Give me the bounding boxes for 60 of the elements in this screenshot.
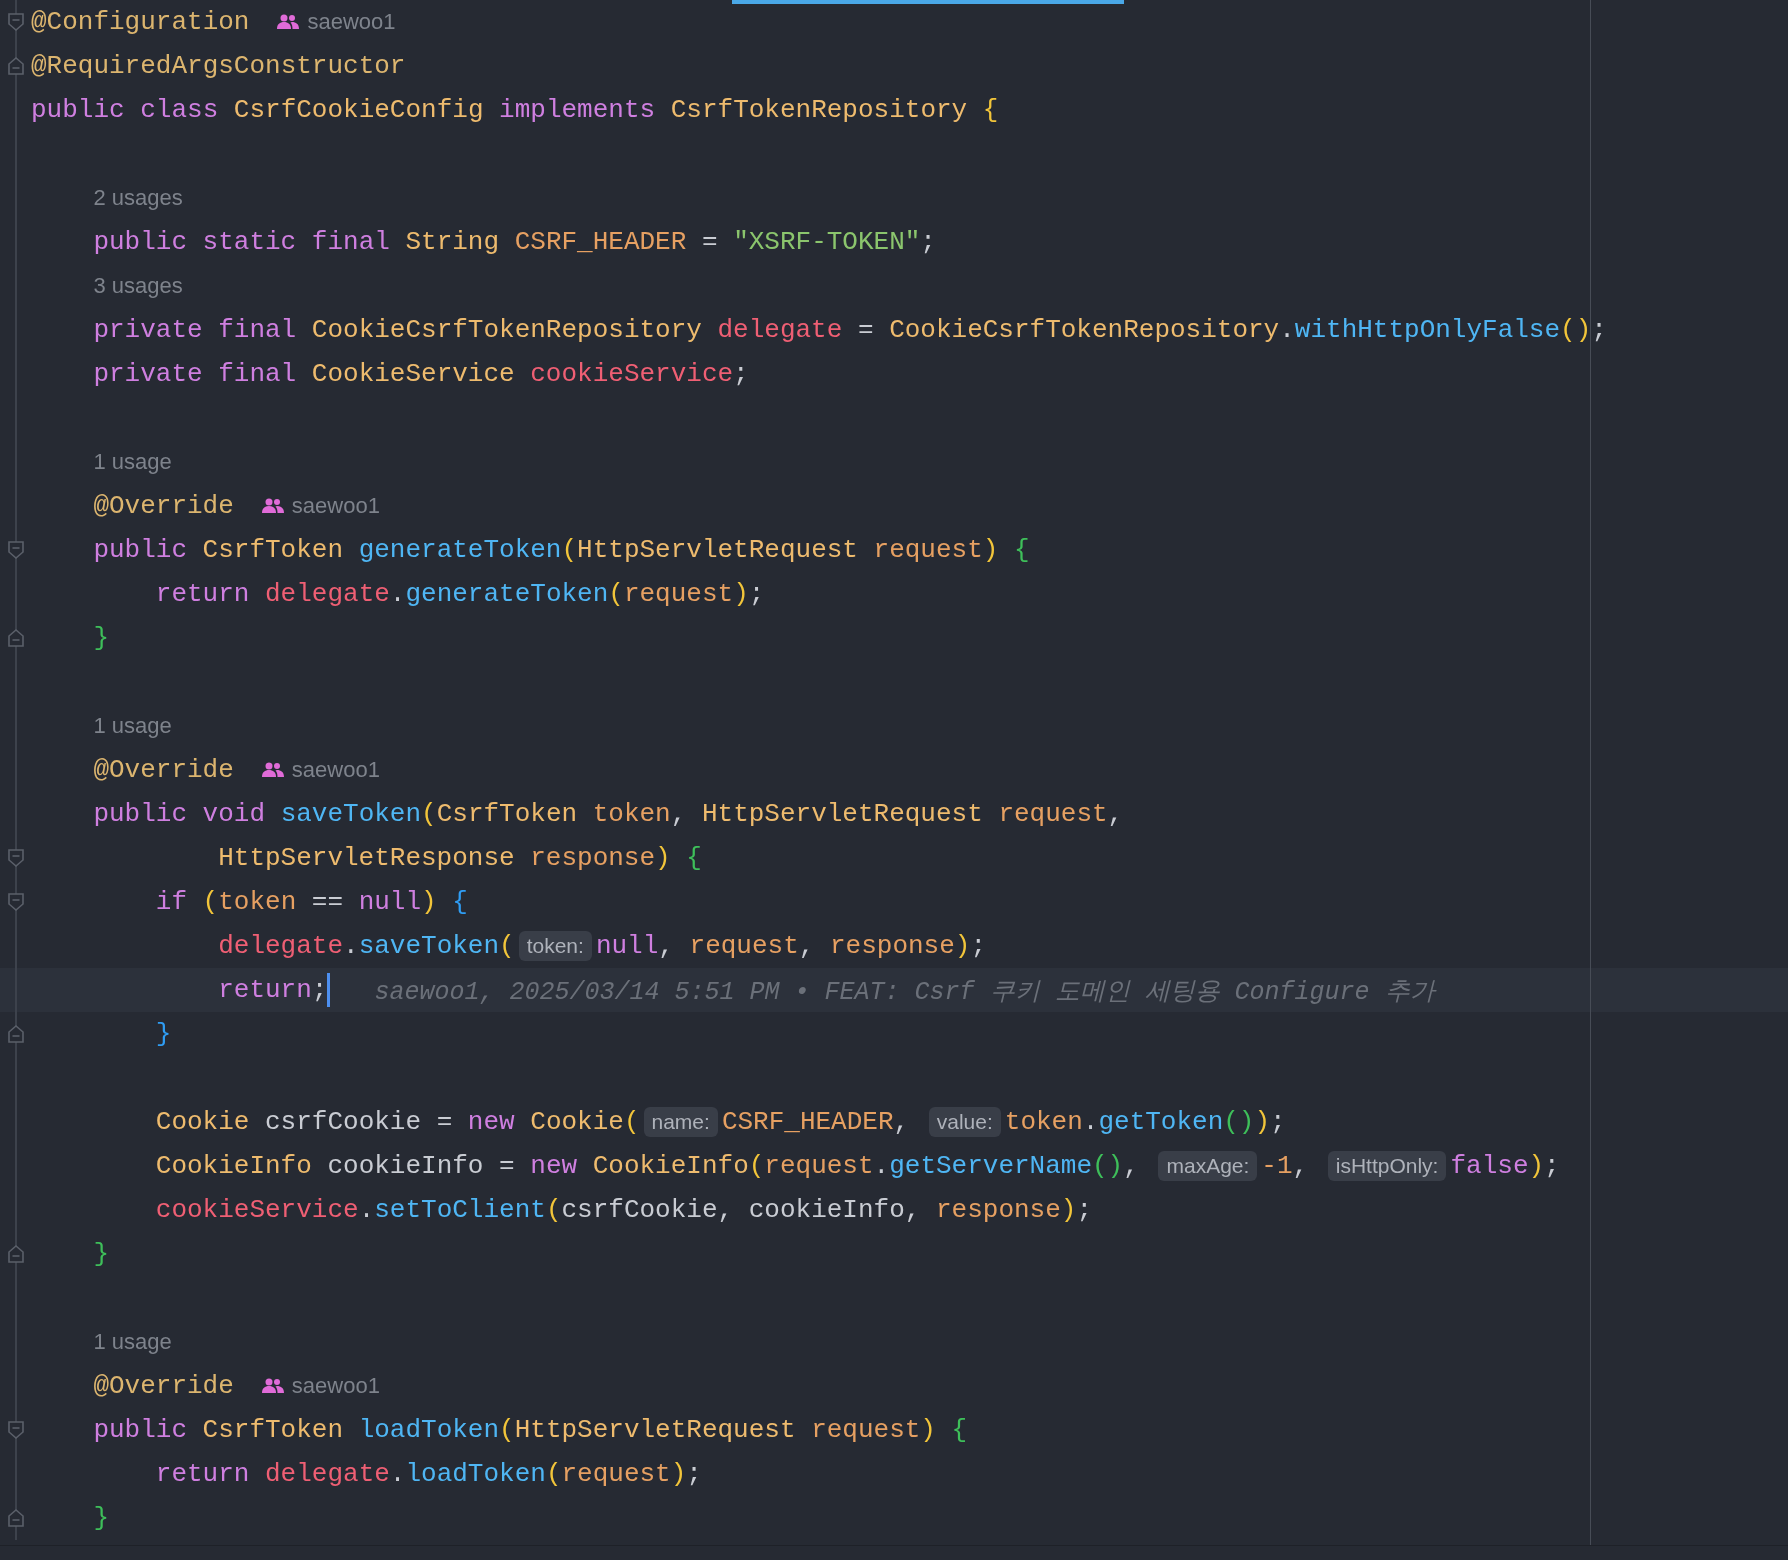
code-text: private final CookieCsrfTokenRepository delegate = CookieCsrfTokenRepository.withHttpOnlyFalse(); — [93, 315, 1607, 345]
code-text: -1, — [1261, 1151, 1310, 1181]
blame-annotation: saewoo1, 2025/03/14 5:51 PM • FEAT: Csrf 쿠키 도메인 세팅용 Configure 추가 — [374, 976, 1435, 1007]
fold-end-icon[interactable] — [6, 1024, 25, 1044]
usages-link[interactable]: 3 usages — [93, 273, 183, 299]
code-text: HttpServletResponse response) { — [218, 843, 702, 873]
code-text: } — [93, 1503, 109, 1533]
fold-end-icon[interactable] — [6, 628, 25, 648]
parameter-hint: token: — [518, 931, 592, 961]
parameter-hint: isHttpOnly: — [1327, 1151, 1447, 1181]
people-icon — [261, 1378, 284, 1394]
author-name[interactable]: saewoo1 — [291, 493, 380, 519]
code-text: } — [93, 1239, 109, 1269]
code-text: public class CsrfCookieConfig implements CsrfTokenRepository { — [31, 95, 999, 125]
parameter-hint: name: — [643, 1107, 718, 1137]
code-text: @Override — [93, 755, 234, 785]
usages-link[interactable]: 1 usage — [93, 713, 172, 739]
fold-collapse-icon[interactable] — [6, 540, 25, 560]
author-name[interactable]: saewoo1 — [291, 1373, 380, 1399]
code-text: false); — [1450, 1151, 1560, 1181]
author-name[interactable]: saewoo1 — [291, 757, 380, 783]
code-text: CookieInfo cookieInfo = new CookieInfo(request.getServerName(), — [155, 1151, 1140, 1181]
code-text: public CsrfToken generateToken(HttpServletRequest request) { — [93, 535, 1030, 565]
code-text: return; — [218, 975, 328, 1005]
people-icon — [261, 498, 284, 514]
usages-link[interactable]: 1 usage — [93, 449, 172, 475]
code-text: public static final String CSRF_HEADER = "XSRF-TOKEN"; — [93, 227, 936, 257]
code-text: delegate.saveToken( — [218, 931, 515, 961]
code-text: return delegate.loadToken(request); — [155, 1459, 702, 1489]
text-cursor — [327, 973, 331, 1007]
code-text: @RequiredArgsConstructor — [31, 51, 406, 81]
code-text: cookieService.setToClient(csrfCookie, cookieInfo, response); — [155, 1195, 1092, 1225]
parameter-hint: maxAge: — [1158, 1151, 1258, 1181]
fold-end-icon[interactable] — [6, 1244, 25, 1264]
code-text: CSRF_HEADER, — [721, 1107, 911, 1137]
code-text: public void saveToken(CsrfToken token, HttpServletRequest request, — [93, 799, 1124, 829]
fold-collapse-icon[interactable] — [6, 12, 25, 32]
code-text: token.getToken()); — [1004, 1107, 1286, 1137]
code-text: } — [155, 1019, 172, 1049]
code-text: @Override — [93, 491, 234, 521]
code-text: public CsrfToken loadToken(HttpServletRequest request) { — [93, 1415, 968, 1445]
fold-collapse-icon[interactable] — [6, 892, 25, 912]
code-text: if (token == null) { — [155, 887, 468, 917]
parameter-hint: value: — [928, 1107, 1001, 1137]
code-text: return delegate.generateToken(request); — [155, 579, 765, 609]
fold-collapse-icon[interactable] — [6, 1420, 25, 1440]
code-text: null, request, response); — [595, 931, 986, 961]
code-text: @Configuration — [31, 7, 250, 37]
code-text: Cookie csrfCookie = new Cookie( — [155, 1107, 640, 1137]
fold-end-icon[interactable] — [6, 56, 25, 76]
usages-link[interactable]: 1 usage — [93, 1329, 172, 1355]
people-icon — [277, 14, 300, 30]
people-icon — [261, 762, 284, 778]
author-name[interactable]: saewoo1 — [307, 9, 396, 35]
code-text: private final CookieService cookieService; — [93, 359, 749, 389]
fold-collapse-icon[interactable] — [6, 848, 25, 868]
fold-end-icon[interactable] — [6, 1508, 25, 1528]
code-text: @Override — [93, 1371, 234, 1401]
usages-link[interactable]: 2 usages — [93, 185, 183, 211]
code-text: } — [93, 623, 109, 653]
